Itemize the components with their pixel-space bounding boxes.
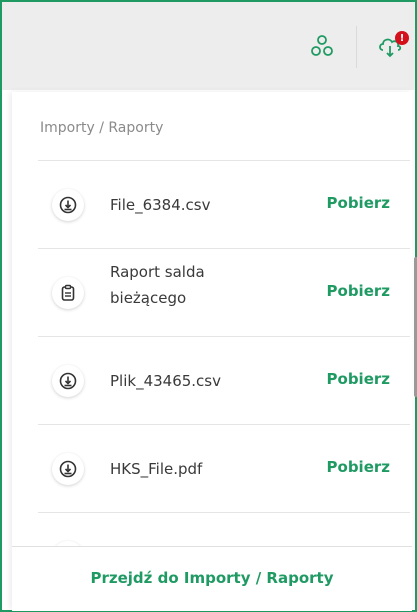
go-to-imports-reports-link[interactable]: Przejdź do Importy / Raporty [12,569,412,587]
top-bar: ! [2,2,415,90]
download-button[interactable]: Pobierz [327,194,390,212]
file-name: File_6384.csv [110,196,211,214]
file-name-line: Raport salda [110,263,205,281]
list-item: HKS_File.pdf Pobierz [38,424,410,513]
file-name: Plik_43465.csv [110,372,221,390]
notification-badge: ! [395,31,409,45]
download-button[interactable]: Pobierz [327,370,390,388]
report-icon [52,274,87,309]
file-list[interactable]: File_6384.csv Pobierz Raport salda bieżą… [12,160,410,546]
panel-footer: Przejdź do Importy / Raporty [12,546,412,611]
file-name: HKS_File.pdf [110,460,203,478]
imports-reports-panel: Importy / Raporty File_6384.csv Pobierz … [12,92,417,610]
list-item: Raport salda bieżącego Pobierz [38,248,410,337]
list-item: Plik_43465.csv Pobierz [38,336,410,425]
download-button[interactable]: Pobierz [327,282,390,300]
toolbar-separator [356,26,357,68]
download-icon [52,362,87,397]
download-button[interactable]: Pobierz [327,458,390,476]
download-icon [52,450,87,485]
list-item: File_6384.csv Pobierz [38,160,410,249]
file-name-line: bieżącego [110,289,187,307]
file-name: Raport salda bieżącego [110,259,205,311]
list-item [38,512,410,546]
panel-title: Importy / Raporty [40,120,164,136]
download-icon [52,186,87,221]
people-icon[interactable] [306,30,338,62]
